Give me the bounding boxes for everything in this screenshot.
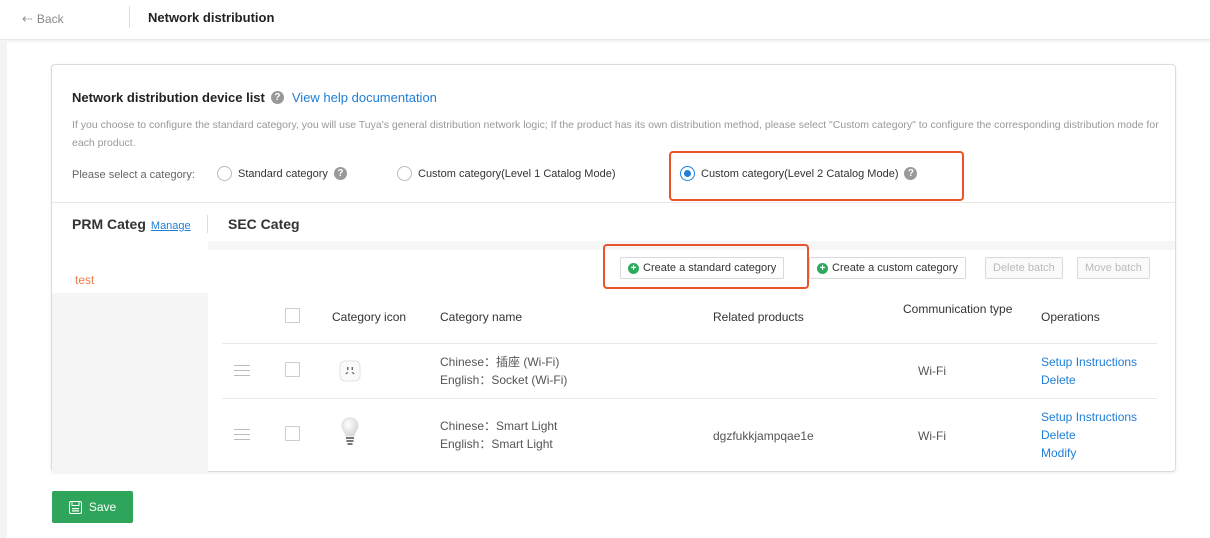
select-all-checkbox[interactable]: [285, 308, 300, 323]
related-products-cell: dgzfukkjampqae1e: [713, 429, 814, 443]
delete-link[interactable]: Delete: [1041, 371, 1137, 389]
category-prompt: Please select a category:: [72, 169, 195, 181]
section-description: If you choose to configure the standard …: [72, 119, 1159, 149]
column-header-products: Related products: [713, 310, 804, 324]
row-checkbox[interactable]: [285, 362, 300, 377]
primary-category-item[interactable]: test: [52, 243, 208, 293]
help-icon[interactable]: ?: [270, 91, 284, 104]
button-label: Delete batch: [993, 262, 1055, 274]
category-name-chinese: Chinese：Smart Light: [440, 419, 558, 433]
manage-link[interactable]: Manage: [151, 220, 191, 232]
primary-category-title: PRM Categ: [72, 216, 146, 232]
row-divider: [222, 398, 1157, 399]
section-header: Network distribution device list ? View …: [72, 90, 437, 105]
operations-cell: Setup Instructions Delete: [1041, 353, 1137, 389]
page-title: Network distribution: [148, 10, 275, 25]
category-name-english: English：Smart Light: [440, 437, 553, 451]
back-label: Back: [36, 12, 64, 26]
highlight-box-create-standard: [603, 244, 809, 289]
section-divider: [52, 202, 1175, 203]
pane-divider: [207, 215, 208, 233]
radio-label: Standard category: [238, 167, 328, 180]
secondary-category-title: SEC Categ: [228, 216, 300, 232]
category-name-chinese: Chinese：插座 (Wi-Fi): [440, 355, 560, 369]
category-name-english: English：Socket (Wi-Fi): [440, 373, 568, 387]
column-header-operations: Operations: [1041, 310, 1100, 324]
drag-handle-icon[interactable]: [234, 429, 250, 440]
column-header-name: Category name: [440, 310, 523, 324]
save-button[interactable]: Save: [52, 491, 133, 523]
setup-instructions-link[interactable]: Setup Instructions: [1041, 353, 1137, 371]
radio-circle[interactable]: [397, 166, 412, 181]
setup-instructions-link[interactable]: Setup Instructions: [1041, 408, 1137, 426]
radio-standard-category[interactable]: Standard category ?: [217, 166, 347, 181]
back-arrow-icon: ⇠: [22, 11, 33, 26]
save-label: Save: [88, 500, 117, 514]
device-list-card: Network distribution device list ? View …: [51, 64, 1176, 472]
radio-label: Custom category(Level 1 Catalog Mode): [418, 167, 616, 180]
category-name-cell: Chinese：插座 (Wi-Fi) English：Socket (Wi-Fi…: [440, 353, 567, 389]
radio-custom-level1[interactable]: Custom category(Level 1 Catalog Mode): [397, 166, 615, 181]
primary-category-list: test: [52, 243, 208, 472]
plus-circle-icon: +: [817, 262, 828, 274]
category-name-cell: Chinese：Smart Light English：Smart Light: [440, 417, 557, 453]
help-documentation-link[interactable]: View help documentation: [292, 90, 437, 105]
highlight-box-level2: [669, 151, 964, 201]
communication-type-cell: Wi-Fi: [918, 364, 946, 378]
modify-link[interactable]: Modify: [1041, 444, 1137, 462]
column-header-icon: Category icon: [332, 310, 407, 324]
column-header-communication: Communication type: [903, 302, 1013, 316]
light-bulb-icon: [341, 417, 359, 454]
drag-handle-icon[interactable]: [234, 365, 250, 376]
delete-link[interactable]: Delete: [1041, 426, 1137, 444]
button-label: Move batch: [1085, 262, 1142, 274]
delete-batch-button[interactable]: Delete batch: [985, 257, 1063, 279]
back-button[interactable]: ⇠ Back: [22, 11, 64, 27]
socket-icon: [339, 360, 361, 385]
row-checkbox[interactable]: [285, 426, 300, 441]
move-batch-button[interactable]: Move batch: [1077, 257, 1150, 279]
save-icon: [68, 500, 82, 514]
header-divider: [129, 6, 130, 28]
top-bar: ⇠ Back Network distribution: [0, 0, 1210, 40]
primary-category-header: PRM Categ Manage: [72, 216, 191, 232]
communication-type-cell: Wi-Fi: [918, 429, 946, 443]
radio-circle[interactable]: [217, 166, 232, 181]
operations-cell: Setup Instructions Delete Modify: [1041, 408, 1137, 462]
section-title: Network distribution device list: [72, 90, 265, 105]
create-custom-category-button[interactable]: + Create a custom category: [809, 257, 966, 279]
button-label: Create a custom category: [832, 262, 958, 274]
row-divider: [222, 343, 1157, 344]
help-icon[interactable]: ?: [333, 167, 347, 180]
